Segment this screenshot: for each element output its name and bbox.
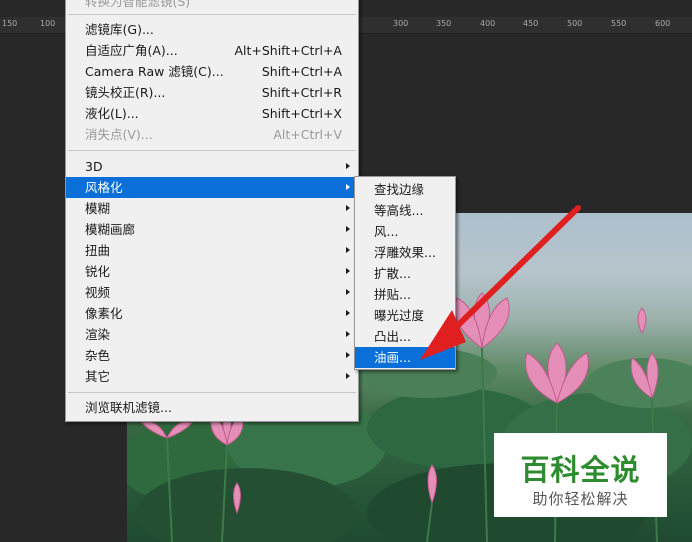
menu-item-label: 风... xyxy=(374,224,399,239)
menu-item-label: Camera Raw 滤镜(C)... xyxy=(85,64,224,79)
ruler-label: 350 xyxy=(436,19,452,28)
menu-item-label: 浏览联机滤镜... xyxy=(85,400,172,415)
menu-item-vanishing-point[interactable]: 消失点(V)... Alt+Ctrl+V xyxy=(66,124,358,145)
submenu-arrow-icon xyxy=(346,268,350,274)
menu-item-render[interactable]: 渲染 xyxy=(66,324,358,345)
menu-item-label: 扩散... xyxy=(374,266,411,281)
menu-item-convert-smart-filter[interactable]: 转换为智能滤镜(S) xyxy=(66,0,358,12)
menu-item-blur-gallery[interactable]: 模糊画廊 xyxy=(66,219,358,240)
menu-item-label: 等高线... xyxy=(374,203,424,218)
ruler-label: 500 xyxy=(567,19,583,28)
menu-item-label: 查找边缘 xyxy=(374,182,425,197)
watermark-logo: 百科全说 助你轻松解决 xyxy=(494,433,667,517)
submenu-arrow-icon xyxy=(346,226,350,232)
menu-item-label: 锐化 xyxy=(85,264,111,279)
menu-separator xyxy=(68,14,356,15)
submenu-item-diffuse[interactable]: 扩散... xyxy=(355,263,455,284)
menu-item-distort[interactable]: 扭曲 xyxy=(66,240,358,261)
menu-item-label: 曝光过度 xyxy=(374,308,425,323)
menu-separator xyxy=(68,150,356,151)
submenu-item-emboss[interactable]: 浮雕效果... xyxy=(355,242,455,263)
ruler-label: 450 xyxy=(523,19,539,28)
menu-item-label: 转换为智能滤镜(S) xyxy=(85,0,191,9)
menu-item-label: 浮雕效果... xyxy=(374,245,436,260)
menu-item-noise[interactable]: 杂色 xyxy=(66,345,358,366)
menu-item-label: 扭曲 xyxy=(85,243,111,258)
ruler-label: 100 xyxy=(40,19,56,28)
menu-item-label: 消失点(V)... xyxy=(85,127,153,142)
menu-item-label: 渲染 xyxy=(85,327,111,342)
menu-item-label: 液化(L)... xyxy=(85,106,139,121)
menu-item-label: 3D xyxy=(85,159,103,174)
menu-item-camera-raw-filter[interactable]: Camera Raw 滤镜(C)... Shift+Ctrl+A xyxy=(66,61,358,82)
menu-item-liquify[interactable]: 液化(L)... Shift+Ctrl+X xyxy=(66,103,358,124)
submenu-arrow-icon xyxy=(346,205,350,211)
menu-item-filter-gallery[interactable]: 滤镜库(G)... xyxy=(66,19,358,40)
ruler-label: 150 xyxy=(2,19,18,28)
menu-item-label: 视频 xyxy=(85,285,111,300)
submenu-arrow-icon xyxy=(346,331,350,337)
menu-item-shortcut: Alt+Ctrl+V xyxy=(273,127,342,142)
menu-item-label: 其它 xyxy=(85,369,111,384)
submenu-item-solarize[interactable]: 曝光过度 xyxy=(355,305,455,326)
submenu-item-trace-contour[interactable]: 等高线... xyxy=(355,200,455,221)
ruler-label: 400 xyxy=(480,19,496,28)
submenu-item-extrude[interactable]: 凸出... xyxy=(355,326,455,347)
menu-item-label: 镜头校正(R)... xyxy=(85,85,166,100)
menu-item-label: 滤镜库(G)... xyxy=(85,22,154,37)
menu-item-label: 模糊 xyxy=(85,201,111,216)
menu-item-blur[interactable]: 模糊 xyxy=(66,198,358,219)
ruler-label: 600 xyxy=(655,19,671,28)
menu-item-lens-correction[interactable]: 镜头校正(R)... Shift+Ctrl+R xyxy=(66,82,358,103)
menu-item-label: 像素化 xyxy=(85,306,123,321)
submenu-arrow-icon xyxy=(346,310,350,316)
submenu-item-tiles[interactable]: 拼贴... xyxy=(355,284,455,305)
ruler-label: 550 xyxy=(611,19,627,28)
submenu-item-find-edges[interactable]: 查找边缘 xyxy=(355,179,455,200)
menu-item-label: 杂色 xyxy=(85,348,111,363)
watermark-title: 百科全说 xyxy=(520,453,641,487)
menu-item-shortcut: Shift+Ctrl+A xyxy=(261,64,342,79)
menu-item-label: 风格化 xyxy=(85,180,123,195)
submenu-item-oil-paint[interactable]: 油画... xyxy=(355,347,455,368)
submenu-arrow-icon xyxy=(346,163,350,169)
submenu-item-wind[interactable]: 风... xyxy=(355,221,455,242)
menu-item-label: 自适应广角(A)... xyxy=(85,43,178,58)
menu-item-3d[interactable]: 3D xyxy=(66,156,358,177)
menu-item-stylize[interactable]: 风格化 xyxy=(66,177,358,198)
menu-item-shortcut: Shift+Ctrl+X xyxy=(261,106,342,121)
menu-item-shortcut: Shift+Ctrl+R xyxy=(261,85,342,100)
watermark-subtitle: 助你轻松解决 xyxy=(532,490,629,508)
menu-item-label: 拼贴... xyxy=(374,287,411,302)
menu-separator xyxy=(68,392,356,393)
ruler-label: 300 xyxy=(393,19,409,28)
menu-item-other[interactable]: 其它 xyxy=(66,366,358,387)
menu-item-label: 凸出... xyxy=(374,329,411,344)
menu-item-shortcut: Alt+Shift+Ctrl+A xyxy=(234,43,342,58)
menu-item-sharpen[interactable]: 锐化 xyxy=(66,261,358,282)
submenu-arrow-icon xyxy=(346,247,350,253)
menu-item-label: 油画... xyxy=(374,350,411,365)
menu-item-label: 模糊画廊 xyxy=(85,222,136,237)
submenu-arrow-icon xyxy=(346,352,350,358)
submenu-arrow-icon xyxy=(346,373,350,379)
menu-item-browse-filters-online[interactable]: 浏览联机滤镜... xyxy=(66,397,358,418)
menu-item-video[interactable]: 视频 xyxy=(66,282,358,303)
submenu-arrow-icon xyxy=(346,184,350,190)
filter-menu: 转换为智能滤镜(S) 滤镜库(G)... 自适应广角(A)... Alt+Shi… xyxy=(65,0,359,422)
menu-item-adaptive-wide-angle[interactable]: 自适应广角(A)... Alt+Shift+Ctrl+A xyxy=(66,40,358,61)
stylize-submenu: 查找边缘 等高线... 风... 浮雕效果... 扩散... 拼贴... 曝光过… xyxy=(354,176,456,370)
menu-item-pixelate[interactable]: 像素化 xyxy=(66,303,358,324)
submenu-arrow-icon xyxy=(346,289,350,295)
